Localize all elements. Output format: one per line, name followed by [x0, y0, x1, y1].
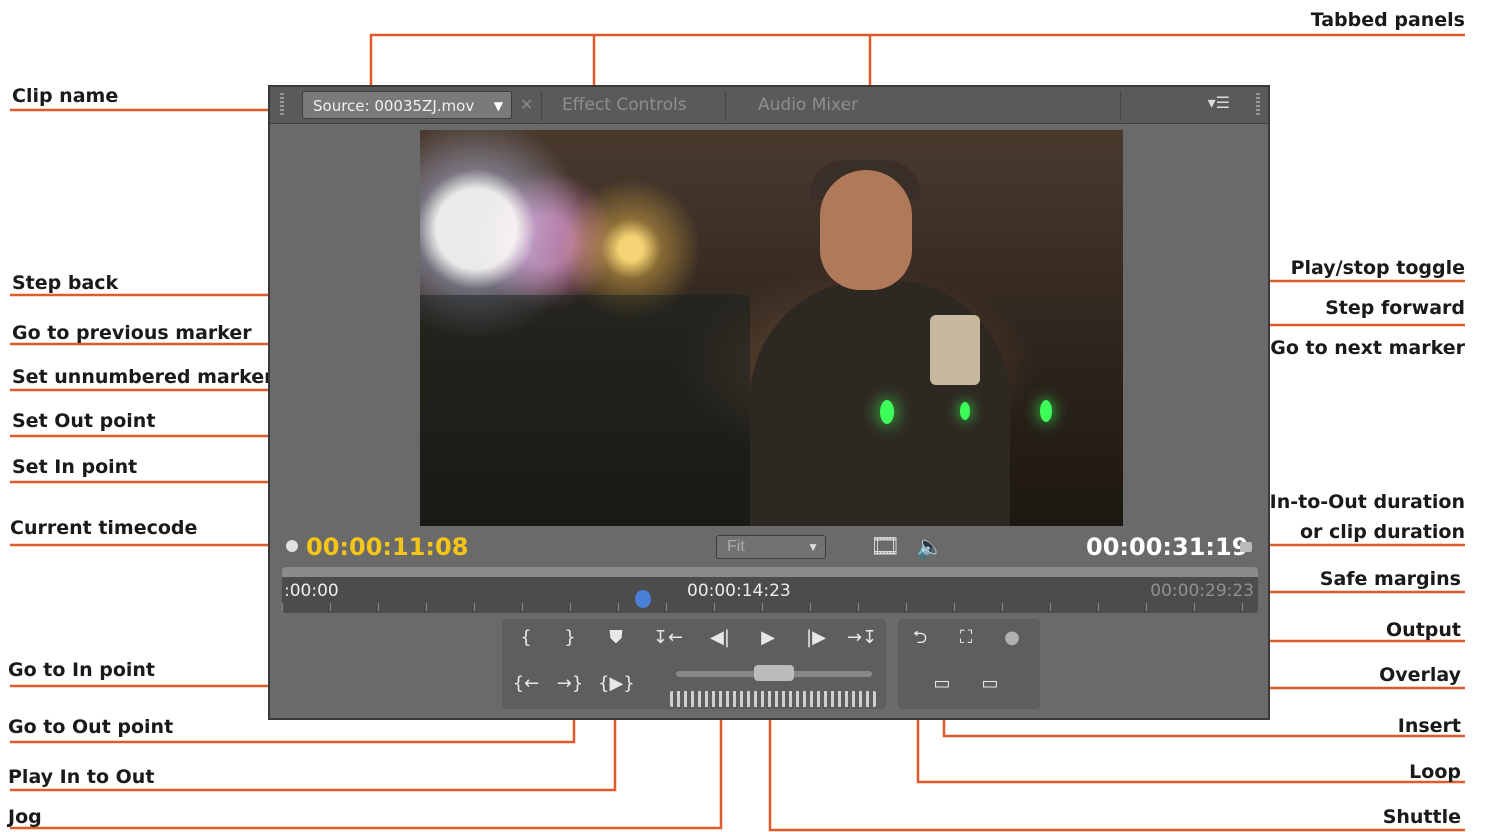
zoom-scroll-bar[interactable]	[282, 567, 1258, 577]
callout-play-stop-toggle: Play/stop toggle	[1290, 257, 1465, 279]
tab-source[interactable]: Source: 00035ZJ.mov ▼	[302, 91, 512, 119]
tab-bar: Source: 00035ZJ.mov ▼ ✕ Effect Controls …	[270, 87, 1268, 124]
duration-toggle-icon[interactable]	[1240, 542, 1252, 552]
tab-effect-controls[interactable]: Effect Controls	[562, 91, 687, 119]
zoom-select[interactable]: Fit ▼	[716, 535, 826, 559]
callout-or-clip-duration: or clip duration	[1299, 521, 1465, 543]
tab-divider	[1120, 91, 1121, 121]
panel-grip-icon[interactable]	[280, 93, 284, 117]
set-unnumbered-marker-button[interactable]: ⛊	[598, 623, 634, 653]
timecode-indicator-icon	[286, 540, 298, 552]
callout-jog: Jog	[8, 806, 42, 828]
callout-set-out-point: Set Out point	[12, 410, 156, 432]
play-in-to-out-button[interactable]: {▶}	[598, 669, 635, 699]
callout-insert: Insert	[1397, 715, 1461, 737]
video-frame	[420, 130, 1123, 526]
set-out-point-button[interactable]: }	[552, 623, 588, 653]
tab-divider	[725, 91, 726, 121]
callout-safe-margins: Safe margins	[1319, 568, 1461, 590]
source-monitor-panel: Source: 00035ZJ.mov ▼ ✕ Effect Controls …	[268, 85, 1270, 720]
tab-source-label: Source: 00035ZJ.mov	[313, 97, 475, 115]
overlay-button[interactable]: ▭	[972, 669, 1008, 699]
film-icon[interactable]: 🎞	[870, 533, 900, 561]
callout-go-to-out-point: Go to Out point	[8, 716, 174, 738]
panel-grip-icon[interactable]	[1256, 93, 1260, 117]
callout-go-to-next-marker: Go to next marker	[1270, 337, 1465, 359]
callout-loop: Loop	[1409, 761, 1461, 783]
callout-step-forward: Step forward	[1325, 297, 1465, 319]
callout-play-in-to-out: Play In to Out	[8, 766, 155, 788]
output-controls: ⮌ ⛶ ● ▭ ▭	[898, 619, 1040, 709]
tab-audio-mixer[interactable]: Audio Mixer	[758, 91, 858, 119]
callout-overlay: Overlay	[1379, 664, 1461, 686]
current-timecode[interactable]: 00:00:11:08	[306, 533, 468, 561]
ruler-ticks	[282, 603, 1258, 611]
set-in-point-button[interactable]: {	[508, 623, 544, 653]
zoom-value: Fit	[727, 538, 745, 555]
callout-set-unnumbered-marker: Set unnumbered marker	[12, 366, 274, 388]
insert-button[interactable]: ▭	[924, 669, 960, 699]
safe-margins-button[interactable]: ⛶	[948, 623, 984, 653]
callout-set-in-point: Set In point	[12, 456, 138, 478]
tab-divider	[541, 91, 542, 121]
go-to-previous-marker-button[interactable]: ↧←	[650, 623, 686, 653]
callout-output: Output	[1386, 619, 1461, 641]
callout-clip-name: Clip name	[12, 85, 119, 107]
ruler-middle-label: 00:00:14:23	[687, 581, 791, 601]
step-back-button[interactable]: ◀|	[702, 623, 738, 653]
callout-current-timecode: Current timecode	[10, 517, 198, 539]
output-button[interactable]: ●	[994, 623, 1030, 653]
go-to-next-marker-button[interactable]: →↧	[844, 623, 880, 653]
time-ruler[interactable]: :00:00 00:00:14:23 00:00:29:23	[282, 567, 1258, 613]
ruler-start-label: :00:00	[284, 581, 339, 601]
ruler-end-label: 00:00:29:23	[1150, 581, 1254, 601]
go-to-out-point-button[interactable]: →}	[552, 669, 588, 699]
step-forward-button[interactable]: |▶	[798, 623, 834, 653]
go-to-in-point-button[interactable]: {←	[508, 669, 544, 699]
callout-go-to-previous-marker: Go to previous marker	[12, 322, 252, 344]
jog-control[interactable]	[670, 691, 876, 707]
callout-tabbed-panels: Tabbed panels	[1310, 9, 1465, 31]
loop-button[interactable]: ⮌	[902, 623, 938, 653]
duration-timecode: 00:00:31:19	[1086, 533, 1249, 561]
panel-menu-icon[interactable]: ▾☰	[1208, 93, 1230, 113]
close-icon[interactable]: ✕	[520, 95, 533, 115]
callout-step-back: Step back	[12, 272, 119, 294]
callout-go-to-in-point: Go to In point	[8, 659, 155, 681]
callout-shuttle: Shuttle	[1382, 806, 1461, 828]
chevron-down-icon: ▼	[807, 540, 819, 554]
play-stop-toggle-button[interactable]: ▶	[750, 623, 786, 653]
leader-tabbed-panels	[369, 33, 1465, 85]
chevron-down-icon[interactable]: ▼	[494, 92, 503, 120]
callout-in-to-out-duration: In-to-Out duration	[1269, 491, 1465, 513]
shuttle-handle[interactable]	[754, 665, 794, 681]
speaker-icon[interactable]: 🔈	[916, 533, 943, 561]
